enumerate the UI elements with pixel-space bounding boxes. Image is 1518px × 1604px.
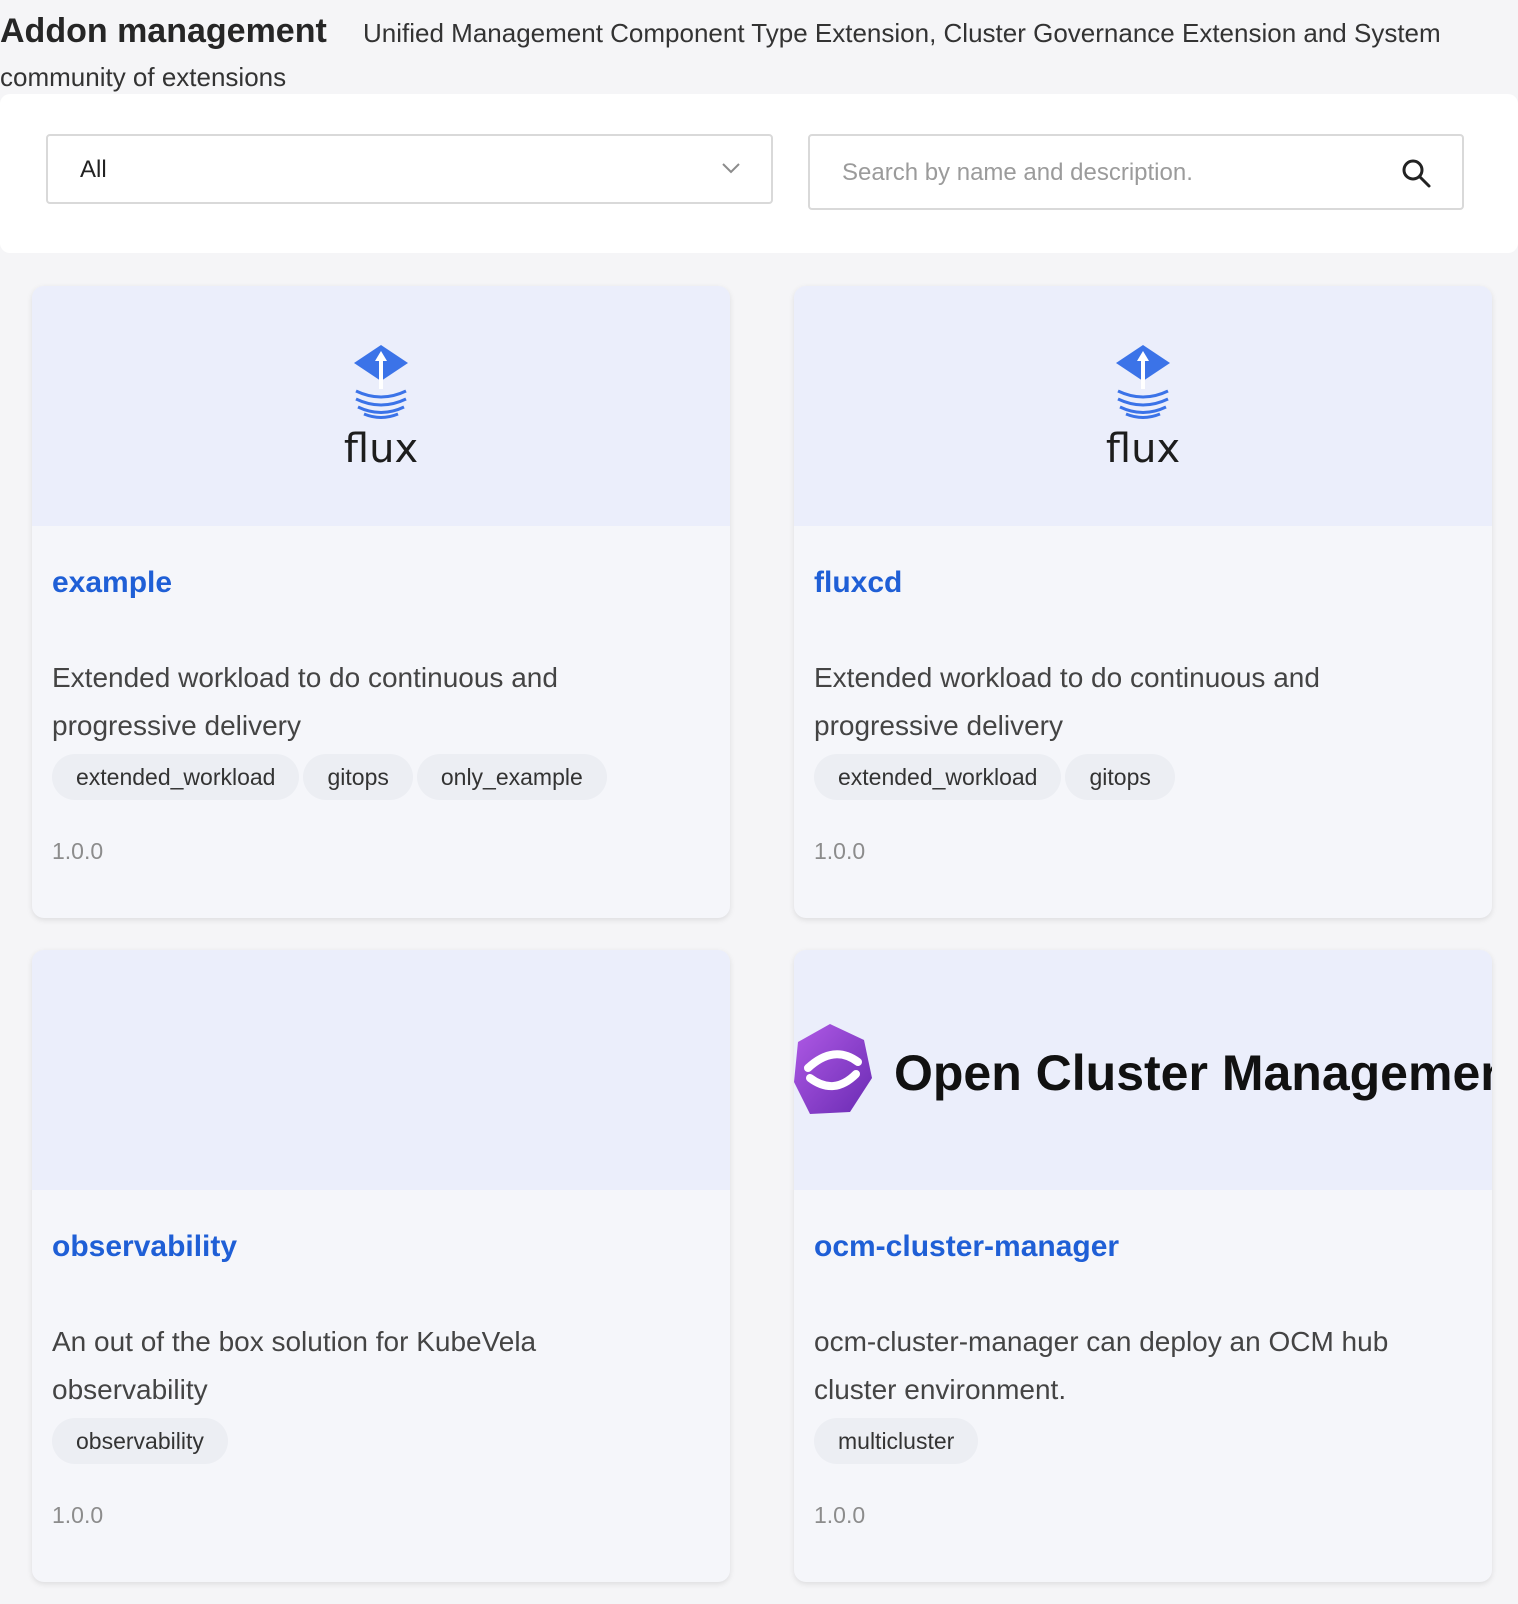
ocm-logo-icon xyxy=(794,1024,872,1114)
addon-description: Extended workload to do continuous and p… xyxy=(52,662,558,741)
addon-description: Extended workload to do continuous and p… xyxy=(814,662,1320,741)
flux-logo-text: flux xyxy=(343,426,419,472)
addon-card-fluxcd[interactable]: flux fluxcd Extended workload to do cont… xyxy=(794,286,1492,918)
addon-tag: multicluster xyxy=(814,1418,979,1464)
addon-version: 1.0.0 xyxy=(52,838,104,864)
addon-card-ocm-cluster-manager[interactable]: Open Cluster Management ocm-cluster-mana… xyxy=(794,950,1492,1582)
addon-description: ocm-cluster-manager can deploy an OCM hu… xyxy=(814,1326,1389,1405)
addon-name[interactable]: fluxcd xyxy=(814,566,902,600)
addon-card-example[interactable]: flux example Extended workload to do con… xyxy=(32,286,730,918)
page-header: Addon management Unified Management Comp… xyxy=(0,0,1518,94)
addon-banner: flux xyxy=(794,286,1492,526)
addon-description: An out of the box solution for KubeVela … xyxy=(52,1326,537,1405)
addon-banner xyxy=(32,950,730,1190)
addon-version: 1.0.0 xyxy=(814,838,866,864)
registry-select[interactable]: All xyxy=(46,134,773,204)
addon-tags: extended_workload gitops xyxy=(814,754,1175,800)
addon-tag: gitops xyxy=(1065,754,1175,800)
addon-version: 1.0.0 xyxy=(52,1502,104,1528)
addon-tag: only_example xyxy=(416,754,607,800)
flux-logo-text: flux xyxy=(1105,426,1181,472)
addon-tag: observability xyxy=(52,1418,228,1464)
addon-name[interactable]: ocm-cluster-manager xyxy=(814,1230,1119,1264)
addon-tags: extended_workload gitops only_example xyxy=(52,754,607,800)
addon-tag: gitops xyxy=(303,754,413,800)
addon-version: 1.0.0 xyxy=(814,1502,866,1528)
addon-tags: observability xyxy=(52,1418,228,1464)
addon-banner: Open Cluster Management xyxy=(794,950,1492,1190)
addon-card-observability[interactable]: observability An out of the box solution… xyxy=(32,950,730,1582)
chevron-down-icon xyxy=(722,163,740,174)
search-input[interactable] xyxy=(840,148,1384,198)
filter-panel: All xyxy=(0,94,1518,253)
page-title: Addon management xyxy=(0,12,327,50)
search-box xyxy=(808,134,1464,210)
addon-banner: flux xyxy=(32,286,730,526)
addon-tags: multicluster xyxy=(814,1418,979,1464)
search-icon[interactable] xyxy=(1400,157,1432,189)
addon-name[interactable]: example xyxy=(52,566,172,600)
page-description: Unified Management Component Type Extens… xyxy=(363,18,1441,48)
addon-tag: extended_workload xyxy=(52,754,300,800)
page-description-continued: community of extensions xyxy=(0,62,287,92)
registry-select-value: All xyxy=(80,156,107,183)
ocm-logo-text: Open Cluster Management xyxy=(894,1045,1492,1101)
addon-name[interactable]: observability xyxy=(52,1230,237,1264)
addon-tag: extended_workload xyxy=(814,754,1062,800)
